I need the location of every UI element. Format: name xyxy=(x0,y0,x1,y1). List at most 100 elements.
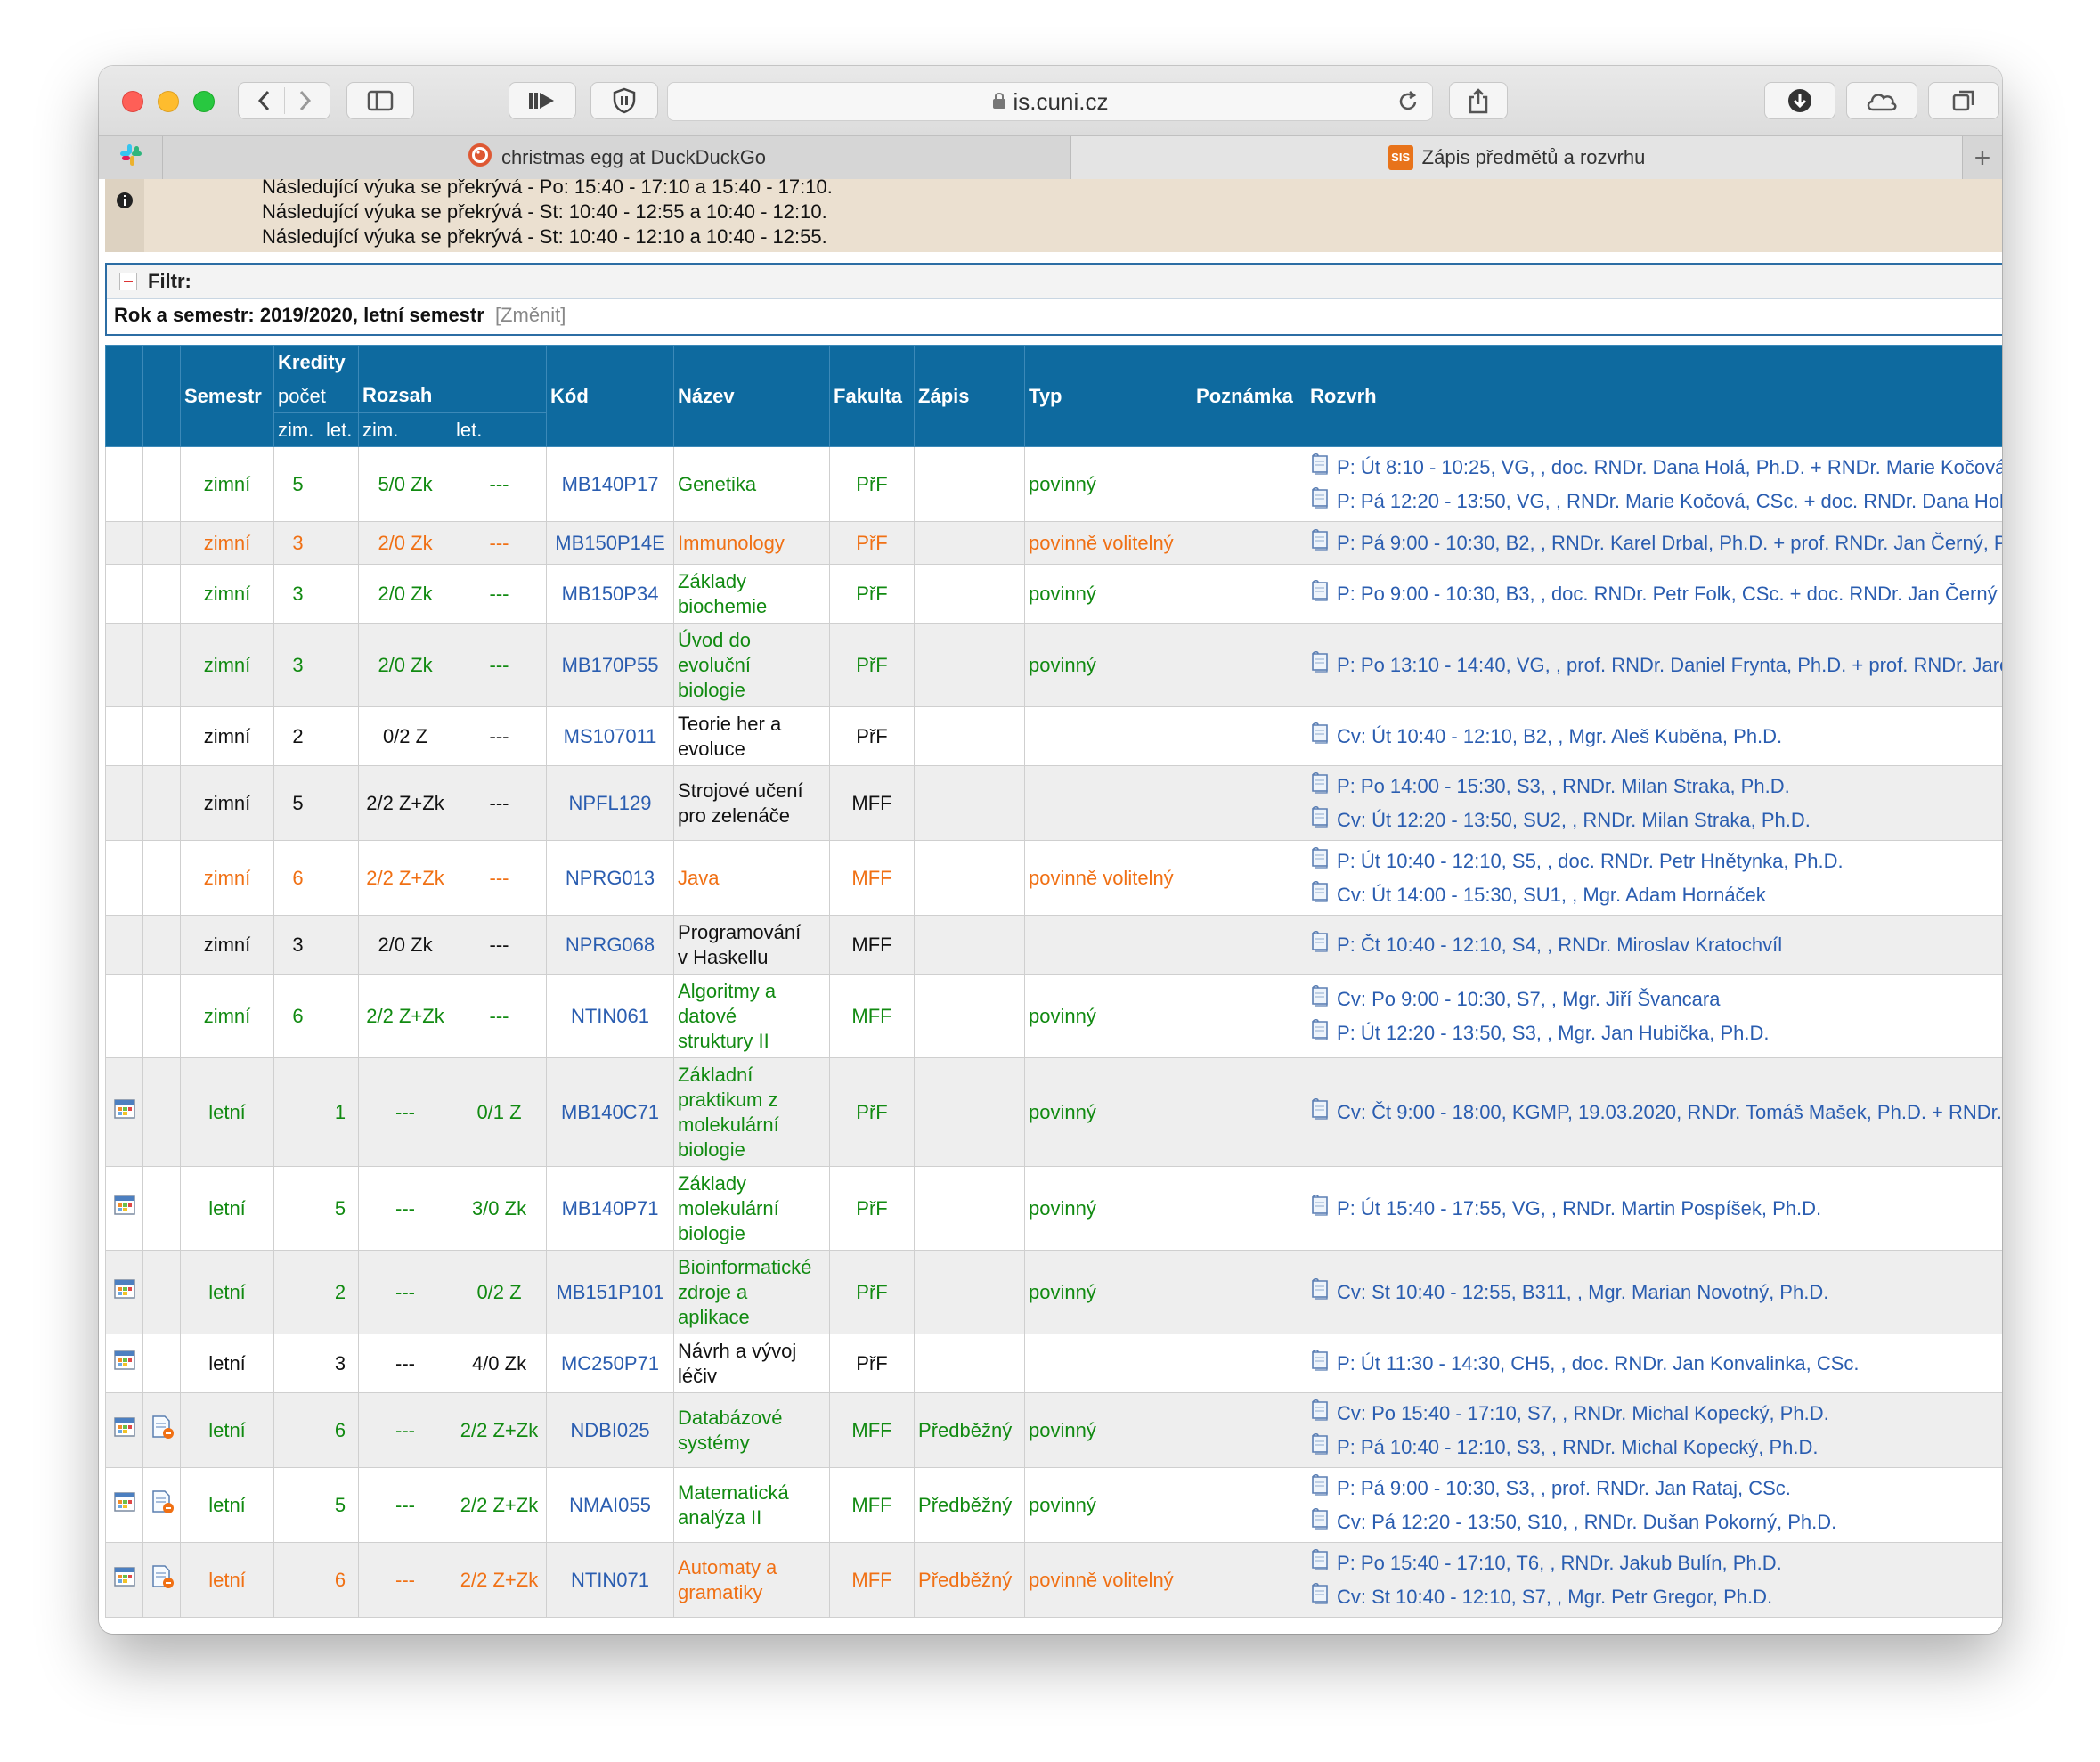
calendar-cell[interactable] xyxy=(105,1166,143,1251)
course-code-link[interactable]: MB170P55 xyxy=(562,654,659,676)
document-cell[interactable] xyxy=(142,1392,181,1468)
schedule-entry[interactable]: Cv: Po 15:40 - 17:10, S7, , RNDr. Michal… xyxy=(1310,1397,2000,1431)
document-cell[interactable] xyxy=(142,1542,181,1618)
course-code-link[interactable]: MB150P34 xyxy=(562,583,659,605)
course-code-link[interactable]: MC250P71 xyxy=(561,1352,659,1375)
icloud-tabs-button[interactable] xyxy=(1846,82,1917,119)
calendar-cell[interactable] xyxy=(105,1334,143,1393)
schedule-entry[interactable]: P: Út 8:10 - 10:25, VG, , doc. RNDr. Dan… xyxy=(1310,451,2002,485)
schedule-scroll-icon[interactable] xyxy=(1310,771,1330,800)
reload-icon[interactable] xyxy=(1396,90,1420,119)
calendar-cell[interactable] xyxy=(105,1392,143,1468)
calendar-cell[interactable] xyxy=(105,1467,143,1543)
document-cell[interactable] xyxy=(142,1467,181,1543)
course-code-link[interactable]: MS107011 xyxy=(564,725,657,747)
tab-zapis-predmetu[interactable]: SIS Zápis předmětů a rozvrhu xyxy=(1071,136,1962,179)
schedule-entry[interactable]: Cv: Po 9:00 - 10:30, S7, , Mgr. Jiří Šva… xyxy=(1310,983,2000,1016)
calendar-icon[interactable] xyxy=(113,1417,135,1443)
course-code-link[interactable]: NPRG068 xyxy=(566,934,655,956)
calendar-cell[interactable] xyxy=(105,1250,143,1334)
schedule-entry[interactable]: P: Pá 10:40 - 12:10, S3, , RNDr. Michal … xyxy=(1310,1431,2000,1464)
course-code-link[interactable]: NMAI055 xyxy=(569,1494,651,1516)
new-tab-button[interactable]: + xyxy=(1962,136,2002,179)
course-code-link[interactable]: MB151P101 xyxy=(556,1281,663,1303)
course-code-link[interactable]: MB140C71 xyxy=(561,1101,659,1123)
schedule-entry[interactable]: P: Út 15:40 - 17:55, VG, , RNDr. Martin … xyxy=(1310,1192,2000,1226)
schedule-scroll-icon[interactable] xyxy=(1310,930,1330,958)
schedule-scroll-icon[interactable] xyxy=(1310,1473,1330,1502)
change-semester-link[interactable]: [Změnit] xyxy=(495,304,566,326)
schedule-scroll-icon[interactable] xyxy=(1310,1548,1330,1577)
schedule-scroll-icon[interactable] xyxy=(1310,880,1330,909)
schedule-scroll-icon[interactable] xyxy=(1310,1097,1330,1126)
course-code-link[interactable]: MB140P71 xyxy=(562,1197,659,1220)
document-remove-icon[interactable] xyxy=(150,1415,175,1446)
schedule-entry[interactable]: P: Pá 9:00 - 10:30, S3, , prof. RNDr. Ja… xyxy=(1310,1472,2000,1505)
header-typ[interactable]: Typ xyxy=(1024,345,1193,447)
schedule-scroll-icon[interactable] xyxy=(1310,1018,1330,1047)
schedule-entry[interactable]: P: Út 11:30 - 14:30, CH5, , doc. RNDr. J… xyxy=(1310,1347,2000,1381)
calendar-icon[interactable] xyxy=(113,1567,135,1593)
sidebar-button[interactable] xyxy=(346,82,414,119)
schedule-entry[interactable]: P: Út 10:40 - 12:10, S5, , doc. RNDr. Pe… xyxy=(1310,844,2000,878)
tab-overview-button[interactable] xyxy=(1928,82,1999,119)
document-remove-icon[interactable] xyxy=(150,1564,175,1595)
schedule-scroll-icon[interactable] xyxy=(1310,805,1330,834)
reader-button[interactable] xyxy=(509,82,576,119)
course-code-link[interactable]: NTIN071 xyxy=(571,1569,649,1591)
schedule-scroll-icon[interactable] xyxy=(1310,650,1330,679)
pinned-tab-slack[interactable] xyxy=(99,136,163,179)
minimize-window-button[interactable] xyxy=(158,91,179,112)
course-code-link[interactable]: NPRG013 xyxy=(566,867,655,889)
schedule-entry[interactable]: Cv: Út 12:20 - 13:50, SU2, , RNDr. Milan… xyxy=(1310,804,2000,837)
schedule-scroll-icon[interactable] xyxy=(1310,1349,1330,1377)
schedule-entry[interactable]: P: Po 14:00 - 15:30, S3, , RNDr. Milan S… xyxy=(1310,770,2000,804)
back-icon[interactable] xyxy=(256,89,273,112)
schedule-scroll-icon[interactable] xyxy=(1310,722,1330,750)
schedule-entry[interactable]: P: Pá 12:20 - 13:50, VG, , RNDr. Marie K… xyxy=(1310,485,2002,518)
schedule-entry[interactable]: P: Po 15:40 - 17:10, T6, , RNDr. Jakub B… xyxy=(1310,1546,2000,1580)
course-code-link[interactable]: MB150P14E xyxy=(555,532,665,554)
header-kod[interactable]: Kód xyxy=(546,345,675,447)
address-bar[interactable]: is.cuni.cz xyxy=(667,82,1433,121)
forward-icon[interactable] xyxy=(296,89,313,112)
downloads-button[interactable] xyxy=(1764,82,1835,119)
schedule-entry[interactable]: Cv: Pá 12:20 - 13:50, S10, , RNDr. Dušan… xyxy=(1310,1505,2000,1539)
share-button[interactable] xyxy=(1449,82,1508,119)
schedule-entry[interactable]: P: Út 12:20 - 13:50, S3, , Mgr. Jan Hubi… xyxy=(1310,1016,2000,1050)
schedule-entry[interactable]: Cv: St 10:40 - 12:10, S7, , Mgr. Petr Gr… xyxy=(1310,1580,2000,1614)
schedule-entry[interactable]: P: Po 9:00 - 10:30, B3, , doc. RNDr. Pet… xyxy=(1310,577,2000,611)
zoom-window-button[interactable] xyxy=(193,91,215,112)
schedule-entry[interactable]: Cv: St 10:40 - 12:55, B311, , Mgr. Maria… xyxy=(1310,1276,2000,1309)
header-semestr[interactable]: Semestr xyxy=(180,345,274,447)
calendar-icon[interactable] xyxy=(113,1195,135,1221)
schedule-entry[interactable]: P: Čt 10:40 - 12:10, S4, , RNDr. Mirosla… xyxy=(1310,928,2000,962)
schedule-scroll-icon[interactable] xyxy=(1310,1194,1330,1222)
calendar-icon[interactable] xyxy=(113,1279,135,1305)
schedule-scroll-icon[interactable] xyxy=(1310,1277,1330,1306)
header-fakulta[interactable]: Fakulta xyxy=(829,345,916,447)
course-code-link[interactable]: NDBI025 xyxy=(570,1419,649,1441)
course-code-link[interactable]: NTIN061 xyxy=(571,1005,649,1027)
back-forward-buttons[interactable] xyxy=(238,82,330,119)
calendar-icon[interactable] xyxy=(113,1099,135,1125)
schedule-scroll-icon[interactable] xyxy=(1310,1399,1330,1427)
privacy-button[interactable] xyxy=(590,82,658,119)
schedule-scroll-icon[interactable] xyxy=(1310,1582,1330,1611)
schedule-entry[interactable]: Cv: Út 10:40 - 12:10, B2, , Mgr. Aleš Ku… xyxy=(1310,720,2000,754)
calendar-icon[interactable] xyxy=(113,1492,135,1518)
schedule-scroll-icon[interactable] xyxy=(1310,984,1330,1013)
header-zapis[interactable]: Zápis xyxy=(914,345,1026,447)
header-nazev[interactable]: Název xyxy=(673,345,831,447)
collapse-icon[interactable] xyxy=(119,273,137,290)
tab-duckduckgo[interactable]: christmas egg at DuckDuckGo xyxy=(163,136,1071,179)
calendar-cell[interactable] xyxy=(105,1057,143,1167)
schedule-entry[interactable]: P: Po 13:10 - 14:40, VG, , prof. RNDr. D… xyxy=(1310,649,2002,682)
course-code-link[interactable]: MB140P17 xyxy=(562,473,659,495)
close-window-button[interactable] xyxy=(122,91,143,112)
schedule-entry[interactable]: Cv: Čt 9:00 - 18:00, KGMP, 19.03.2020, R… xyxy=(1310,1096,2002,1130)
course-code-link[interactable]: NPFL129 xyxy=(569,792,652,814)
calendar-cell[interactable] xyxy=(105,1542,143,1618)
schedule-scroll-icon[interactable] xyxy=(1310,1432,1330,1461)
schedule-scroll-icon[interactable] xyxy=(1310,528,1330,557)
